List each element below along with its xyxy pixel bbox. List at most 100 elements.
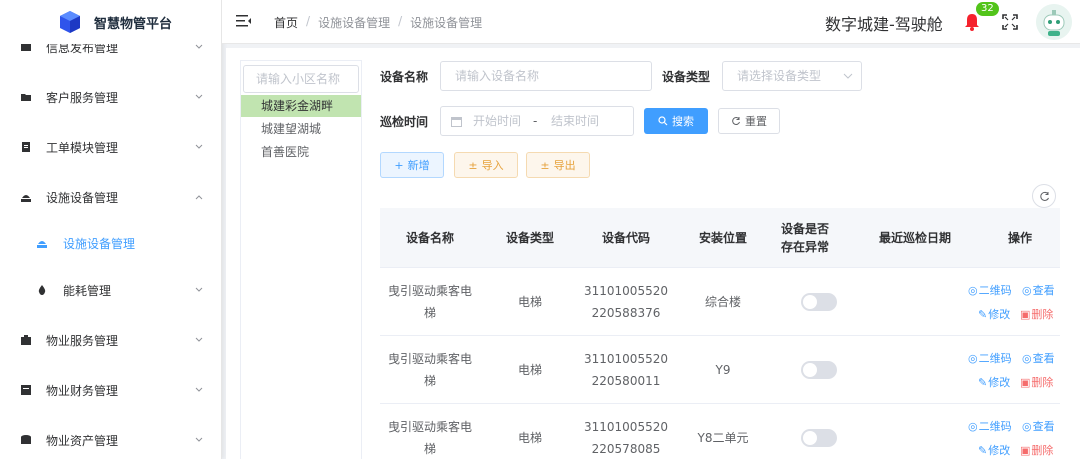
qrcode-link[interactable]: ◎ 二维码 [968, 418, 1012, 434]
sidebar-item-label: 工单模块管理 [46, 140, 119, 155]
sidebar-item-property-finance[interactable]: 物业财务管理 [0, 365, 221, 415]
tree-node[interactable]: 城建望湖城 [241, 118, 361, 140]
device-type-select[interactable]: 请选择设备类型 [722, 61, 862, 91]
main-content: 请输入小区名称 城建彩金湖畔 城建望湖城 首善医院 设备名称 请输入设备名称 设… [226, 48, 1080, 459]
fire-icon [38, 285, 46, 295]
breadcrumb-level2: 设施设备管理 [410, 16, 483, 30]
column-header: 设备代码 [601, 231, 650, 245]
view-label: 查看 [1032, 352, 1055, 365]
eye-icon: ◎ [968, 283, 978, 297]
community-tree-panel: 请输入小区名称 城建彩金湖畔 城建望湖城 首善医院 [240, 60, 362, 459]
cell-location: Y9 [715, 363, 731, 377]
table-header: 设备名称 设备类型 设备代码 安装位置 设备是否存在异常 最近巡检日期 操作 [380, 208, 1060, 268]
sidebar-item-facility-device[interactable]: 设施设备管理 [0, 218, 221, 268]
sidebar-item-facility[interactable]: 设施设备管理 [0, 172, 221, 222]
view-link[interactable]: ◎ 查看 [1022, 350, 1055, 366]
import-button[interactable]: ± 导入 [454, 152, 518, 178]
abnormal-switch[interactable] [801, 429, 837, 447]
start-date-placeholder[interactable]: 开始时间 [473, 107, 521, 135]
device-name-input[interactable]: 请输入设备名称 [440, 61, 652, 91]
sidebar-item-energy[interactable]: 能耗管理 [0, 265, 221, 315]
edit-label: 修改 [988, 376, 1011, 389]
sidebar: 信息发布管理 智慧物管平台 客户服务管理 工单模块管理 设施设备管理 设施设备管… [0, 0, 222, 459]
sidebar-item-label: 物业财务管理 [46, 383, 119, 398]
trash-icon: ▣ [1020, 375, 1031, 389]
table-refresh-button[interactable] [1032, 184, 1056, 208]
chevron-down-icon [195, 437, 203, 442]
cell-abnormal [780, 336, 858, 404]
user-avatar[interactable] [1036, 4, 1072, 40]
date-range-separator: - [533, 114, 538, 128]
cell-last-inspect-date [850, 336, 980, 404]
delete-link[interactable]: ▣ 删除 [1020, 442, 1053, 458]
breadcrumb-home[interactable]: 首页 [274, 14, 298, 31]
abnormal-switch[interactable] [801, 361, 837, 379]
tree-node[interactable]: 城建彩金湖畔 [241, 95, 361, 117]
eye-icon: ◎ [968, 351, 978, 365]
delete-label: 删除 [1031, 376, 1054, 389]
delete-link[interactable]: ▣ 删除 [1020, 306, 1053, 322]
top-header: 首页 / 设施设备管理 / 设施设备管理 数字城建-驾驶舱 32 [222, 0, 1080, 44]
sidebar-item-property-assets[interactable]: 物业资产管理 [0, 415, 221, 459]
view-link[interactable]: ◎ 查看 [1022, 282, 1055, 298]
qrcode-label: 二维码 [978, 420, 1012, 433]
sidebar-item-property-service[interactable]: 物业服务管理 [0, 315, 221, 365]
column-header: 设备类型 [505, 231, 554, 245]
cell-last-inspect-date [850, 404, 980, 459]
export-button[interactable]: ± 导出 [526, 152, 590, 178]
view-label: 查看 [1032, 284, 1055, 297]
cell-actions: ◎ 二维码 ◎ 查看 ✎ 修改 ▣ 删除 [966, 348, 1060, 392]
plus-icon: + [394, 158, 404, 172]
tree-node[interactable]: 首善医院 [241, 141, 361, 163]
menu-fold-icon[interactable] [236, 14, 252, 28]
end-date-placeholder[interactable]: 结束时间 [551, 107, 599, 135]
cell-device-code: 31101005520220578085 [584, 420, 668, 456]
device-type-placeholder: 请选择设备类型 [737, 69, 822, 83]
system-name-link[interactable]: 数字城建-驾驶舱 [825, 11, 943, 35]
table-row: 曳引驱动乘客电梯 电梯 31101005520220588376 综合楼 ◎ 二维… [380, 268, 1060, 336]
cell-actions: ◎ 二维码 ◎ 查看 ✎ 修改 ▣ 删除 [966, 416, 1060, 459]
edit-link[interactable]: ✎ 修改 [978, 374, 1010, 390]
trash-icon: ▣ [1020, 307, 1031, 321]
chevron-down-icon [195, 94, 203, 99]
sidebar-item-label: 客户服务管理 [46, 90, 119, 105]
sidebar-item-customer-service[interactable]: 客户服务管理 [0, 72, 221, 122]
cell-abnormal [780, 404, 858, 459]
table-row: 曳引驱动乘客电梯 电梯 31101005520220580011 Y9 ◎ 二维码… [380, 336, 1060, 404]
view-label: 查看 [1032, 420, 1055, 433]
search-button[interactable]: 搜索 [644, 108, 708, 134]
wallet-icon [21, 385, 31, 395]
cell-device-type: 电梯 [517, 363, 542, 377]
add-button-label: 新增 [407, 159, 430, 172]
column-header: 设备是否存在异常 [780, 222, 829, 254]
delete-link[interactable]: ▣ 删除 [1020, 374, 1053, 390]
chevron-up-icon [195, 195, 203, 200]
folder-icon [21, 94, 31, 101]
inspect-date-range[interactable]: 开始时间 - 结束时间 [440, 106, 634, 136]
column-header: 设备名称 [405, 231, 454, 245]
app-title: 智慧物管平台 [94, 16, 173, 32]
reset-button[interactable]: 重置 [718, 108, 780, 134]
eye-icon: ◎ [1022, 283, 1032, 297]
sidebar-item-work-order[interactable]: 工单模块管理 [0, 122, 221, 172]
device-type-label: 设备类型 [662, 70, 711, 84]
qrcode-link[interactable]: ◎ 二维码 [968, 350, 1012, 366]
community-search-input[interactable]: 请输入小区名称 [243, 65, 359, 93]
add-button[interactable]: + 新增 [380, 152, 444, 178]
eye-icon: ◎ [1022, 419, 1032, 433]
cell-location: Y8二单元 [697, 431, 749, 445]
view-link[interactable]: ◎ 查看 [1022, 418, 1055, 434]
engineer-icon [37, 241, 47, 248]
search-icon [658, 116, 668, 126]
cell-device-name: 曳引驱动乘客电梯 [387, 352, 472, 388]
column-header: 最近巡检日期 [878, 231, 951, 245]
edit-link[interactable]: ✎ 修改 [978, 442, 1010, 458]
qrcode-link[interactable]: ◎ 二维码 [968, 282, 1012, 298]
fullscreen-icon[interactable] [1002, 14, 1018, 30]
breadcrumb-separator: / [306, 14, 311, 28]
abnormal-switch[interactable] [801, 293, 837, 311]
trash-icon: ▣ [1020, 443, 1031, 457]
cell-device-name: 曳引驱动乘客电梯 [387, 420, 472, 456]
logo-cube-icon [60, 11, 80, 33]
edit-link[interactable]: ✎ 修改 [978, 306, 1010, 322]
